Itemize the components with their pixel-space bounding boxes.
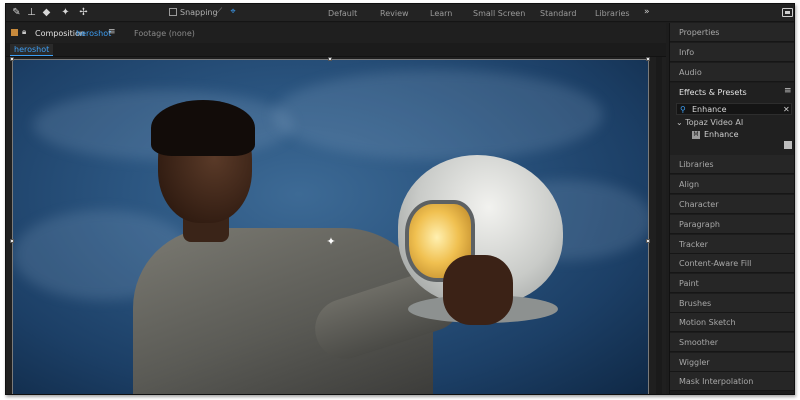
transform-handle[interactable]: [10, 239, 14, 243]
composition-viewer[interactable]: ✦: [6, 57, 666, 394]
composition-panel-header: 🔒︎ Composition heroshot ≡ Footage (none): [6, 23, 666, 43]
workspace-menu-icon[interactable]: [782, 8, 793, 17]
composition-tab-bar: heroshot: [6, 43, 666, 57]
panel-label: Info: [679, 48, 695, 57]
panel-brushes[interactable]: Brushes: [670, 294, 794, 313]
panel-label: Smoother: [679, 338, 719, 347]
workspace-overflow-icon[interactable]: »: [644, 7, 650, 17]
puppet-pin-icon[interactable]: ✢: [77, 6, 90, 19]
composition-tab-heroshot[interactable]: heroshot: [10, 44, 54, 56]
workspace-review[interactable]: Review: [380, 9, 409, 18]
app-window: ✎ ⊥ ◆ ✦ ✢ Snapping ⟋ ⌖ Default Review Le…: [5, 3, 795, 395]
panel-label: Tracker: [679, 240, 708, 249]
composition-color-label-icon: [11, 29, 18, 36]
snapping-checkbox[interactable]: [169, 8, 177, 16]
person-hair: [151, 100, 255, 156]
snap-feather-icon[interactable]: ⟋: [213, 7, 225, 18]
brush-icon[interactable]: ✎: [10, 6, 23, 19]
panel-tracker[interactable]: Tracker: [670, 235, 794, 254]
panel-paragraph[interactable]: Paragraph: [670, 215, 794, 234]
panel-label: Mask Interpolation: [679, 377, 754, 386]
panel-label: Wiggler: [679, 358, 710, 367]
panel-label: Libraries: [679, 160, 714, 169]
panel-wiggler[interactable]: Wiggler: [670, 353, 794, 372]
panel-motion-sketch[interactable]: Motion Sketch: [670, 313, 794, 332]
close-icon[interactable]: ✕: [783, 104, 790, 115]
panel-label: Brushes: [679, 299, 712, 308]
viewer-scrollbar[interactable]: [656, 57, 662, 394]
panel-align[interactable]: Align: [670, 175, 794, 194]
cloud-shape: [273, 70, 603, 160]
workspace-learn[interactable]: Learn: [430, 9, 452, 18]
stamp-icon[interactable]: ⊥: [25, 6, 38, 19]
footage-tab[interactable]: Footage (none): [134, 29, 195, 38]
effect-icon: M: [692, 130, 700, 139]
new-bin-icon[interactable]: [784, 141, 792, 149]
transform-handle[interactable]: [646, 239, 650, 243]
toolbar: ✎ ⊥ ◆ ✦ ✢ Snapping ⟋ ⌖ Default Review Le…: [6, 4, 794, 22]
chevron-down-icon: ⌄: [676, 118, 683, 127]
workspace-libraries[interactable]: Libraries: [595, 9, 630, 18]
effects-folder-label: Topaz Video AI: [685, 118, 744, 127]
search-icon: ⚲: [680, 105, 686, 114]
transform-handle[interactable]: [328, 57, 332, 61]
panel-paint[interactable]: Paint: [670, 274, 794, 293]
effects-search-input[interactable]: ⚲ Enhance ✕: [676, 103, 792, 115]
panel-properties[interactable]: Properties: [670, 23, 794, 42]
panel-info[interactable]: Info: [670, 43, 794, 62]
transform-handle[interactable]: [646, 57, 650, 61]
panel-mask-interpolation[interactable]: Mask Interpolation: [670, 372, 794, 391]
panel-label: Motion Sketch: [679, 318, 736, 327]
panel-smoother[interactable]: Smoother: [670, 333, 794, 352]
panel-label: Properties: [679, 28, 720, 37]
effect-item-enhance[interactable]: M Enhance: [692, 130, 739, 139]
effects-presets-title: Effects & Presets: [679, 88, 747, 97]
panel-libraries[interactable]: Libraries: [670, 155, 794, 174]
panel-audio[interactable]: Audio: [670, 63, 794, 82]
person-hand: [443, 255, 513, 325]
panel-menu-icon[interactable]: ≡: [784, 86, 792, 96]
panel-content-aware-fill[interactable]: Content-Aware Fill: [670, 254, 794, 273]
roto-brush-icon[interactable]: ✦: [59, 6, 72, 19]
effects-folder-topaz[interactable]: ⌄ Topaz Video AI: [676, 118, 743, 127]
composition-name-dropdown[interactable]: heroshot: [76, 29, 111, 38]
workspace-default[interactable]: Default: [328, 9, 357, 18]
transform-handle[interactable]: [10, 57, 14, 61]
panel-label: Paint: [679, 279, 699, 288]
lock-icon[interactable]: 🔒︎: [22, 27, 26, 37]
effects-presets-panel: Effects & Presets ≡ ⚲ Enhance ✕ ⌄ Topaz …: [670, 83, 794, 155]
panel-menu-icon[interactable]: ≡: [108, 27, 116, 37]
panel-label: Audio: [679, 68, 702, 77]
panel-label: Content-Aware Fill: [679, 259, 752, 268]
workspace-standard[interactable]: Standard: [540, 9, 576, 18]
eraser-icon[interactable]: ◆: [40, 6, 53, 19]
effect-item-label: Enhance: [704, 130, 739, 139]
snapping-label: Snapping: [180, 8, 218, 17]
right-panel-stack: Properties Info Audio Effects & Presets …: [669, 23, 794, 394]
panel-label: Align: [679, 180, 700, 189]
panel-character[interactable]: Character: [670, 195, 794, 214]
composition-canvas[interactable]: ✦: [12, 59, 649, 394]
workspace-small-screen[interactable]: Small Screen: [473, 9, 525, 18]
anchor-point-icon[interactable]: ✦: [324, 235, 338, 249]
snap-target-icon[interactable]: ⌖: [227, 7, 239, 18]
panel-label: Paragraph: [679, 220, 720, 229]
panel-label: Character: [679, 200, 719, 209]
effects-search-value: Enhance: [692, 105, 727, 114]
